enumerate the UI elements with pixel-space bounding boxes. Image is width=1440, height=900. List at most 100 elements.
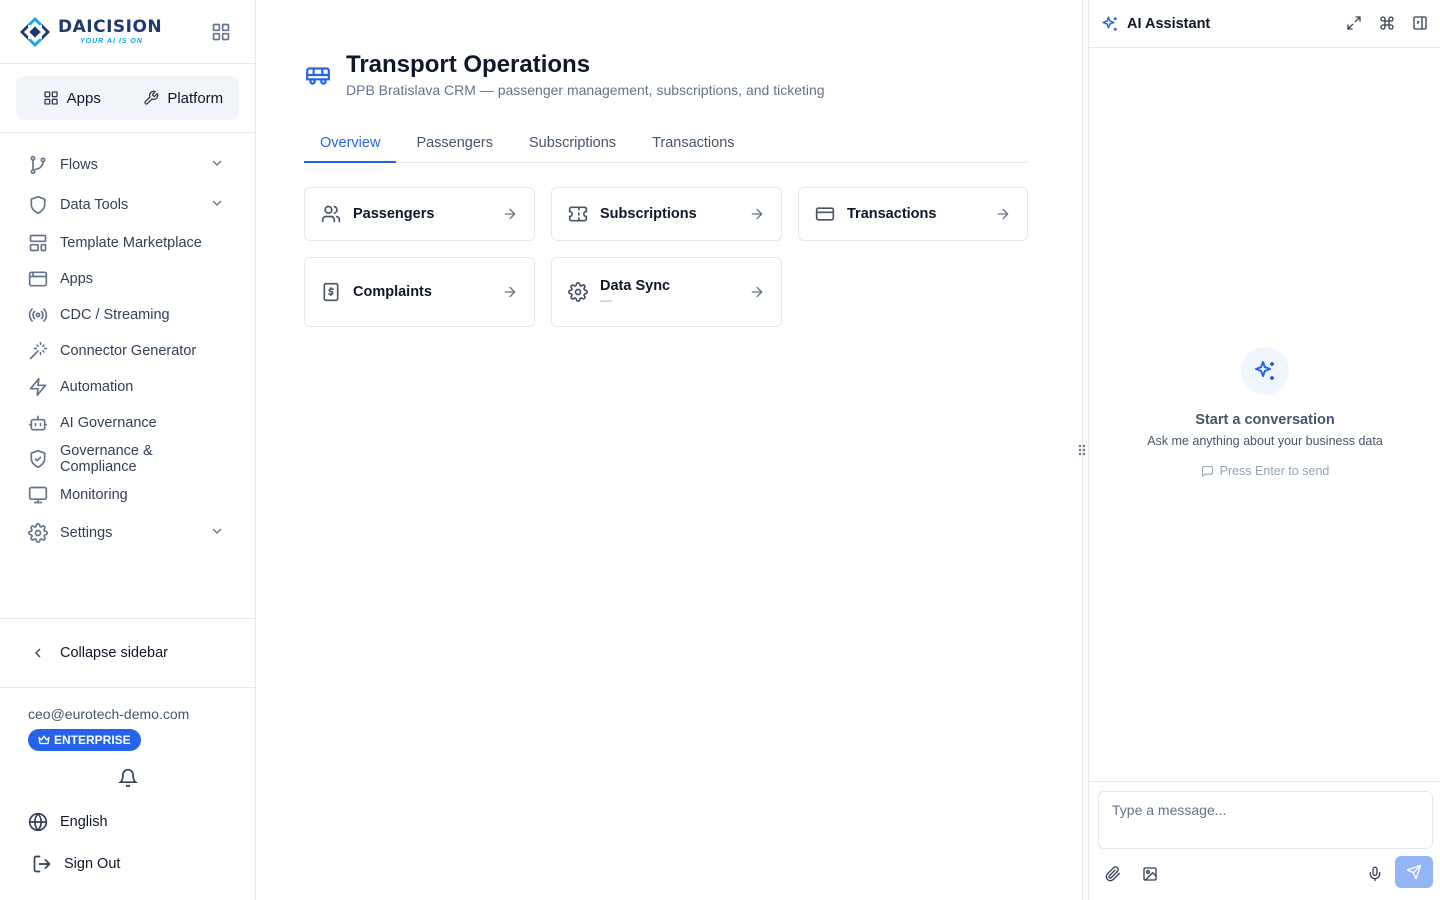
tab-passengers[interactable]: Passengers (400, 124, 509, 163)
sidebar-item-label: Data Tools (60, 197, 129, 213)
globe-icon (28, 812, 60, 832)
workspace-switcher: Apps Platform (0, 64, 255, 133)
send-icon (1406, 864, 1422, 880)
apps-switch-label: Apps (66, 89, 101, 107)
sparkles-icon (1101, 15, 1119, 33)
paperclip-icon[interactable] (1105, 866, 1121, 882)
arrow-right-icon (995, 206, 1011, 222)
users-icon (321, 204, 341, 224)
platform-switch-button[interactable]: Platform (128, 76, 240, 120)
plan-badge-label: ENTERPRISE (54, 733, 131, 747)
page-title: Transport Operations (346, 51, 591, 78)
sidebar-item-ai-governance[interactable]: AI Governance (0, 405, 255, 441)
subscriptions-card[interactable]: Subscriptions (551, 187, 782, 241)
language-label: English (60, 814, 108, 830)
chevron-left-icon (30, 645, 60, 661)
receipt-icon (321, 282, 341, 302)
grip-vertical-icon[interactable] (1076, 443, 1088, 457)
radio-broadcast-icon (28, 305, 48, 325)
sidebar-item-template-marketplace[interactable]: Template Marketplace (0, 225, 255, 261)
chevron-down-icon (209, 195, 225, 211)
tab-subscriptions[interactable]: Subscriptions (513, 124, 632, 163)
transactions-card[interactable]: Transactions (798, 187, 1028, 241)
wrench-icon (143, 90, 159, 106)
lightning-icon (28, 377, 48, 397)
sign-out-label: Sign Out (64, 856, 121, 872)
credit-card-icon (815, 204, 835, 224)
sidebar-item-cdc-streaming[interactable]: CDC / Streaming (0, 297, 255, 333)
platform-switch-label: Platform (167, 89, 224, 107)
sidebar-item-label: Settings (60, 525, 113, 541)
page-header: Transport Operations DPB Bratislava CRM … (304, 50, 825, 98)
assistant-title: AI Assistant (1127, 15, 1211, 32)
image-icon[interactable] (1142, 866, 1158, 882)
card-label: Complaints (353, 284, 432, 300)
plan-badge: ENTERPRISE (28, 729, 141, 751)
brand-name: DAICISION (58, 16, 163, 37)
sidebar-item-monitoring[interactable]: Monitoring (0, 477, 255, 513)
crown-icon (38, 734, 50, 746)
send-hint-label: Press Enter to send (1219, 464, 1330, 478)
empty-state-subtitle: Ask me anything about your business data (1147, 434, 1383, 448)
passengers-card[interactable]: Passengers (304, 187, 535, 241)
magic-wand-icon (28, 341, 48, 361)
sidebar-item-data-tools[interactable]: Data Tools (0, 185, 255, 225)
sidebar-item-label: CDC / Streaming (60, 307, 170, 323)
ai-assistant-panel: AI Assistant Start a conversation Ask me… (1088, 0, 1440, 900)
tab-bar: Overview Passengers Subscriptions Transa… (304, 124, 1028, 163)
arrow-right-icon (749, 206, 765, 222)
git-branch-icon (28, 155, 48, 175)
app-grid-icon[interactable] (211, 22, 231, 42)
message-input[interactable] (1098, 791, 1433, 849)
complaints-card[interactable]: Complaints (304, 257, 535, 327)
sidebar-item-label: Connector Generator (60, 343, 197, 359)
command-icon[interactable] (1379, 15, 1395, 31)
sign-out-button[interactable]: Sign Out (32, 854, 120, 874)
sparkles-icon (1241, 347, 1289, 395)
brand-logo-icon (18, 15, 52, 49)
sidebar-item-connector-generator[interactable]: Connector Generator (0, 333, 255, 369)
user-block: ceo@eurotech-demo.com ENTERPRISE (28, 706, 189, 751)
sidebar-item-label: Apps (60, 271, 94, 287)
sidebar-item-label: Automation (60, 379, 134, 395)
sidebar: DAICISION YOUR AI IS ON Apps Platform Fl… (0, 0, 256, 900)
bell-icon[interactable] (118, 768, 138, 788)
panel-toggle-icon[interactable] (1412, 15, 1428, 31)
language-selector[interactable]: English (28, 812, 108, 832)
page-subtitle: DPB Bratislava CRM — passenger managemen… (346, 82, 825, 98)
tab-transactions[interactable]: Transactions (636, 124, 750, 163)
sidebar-item-automation[interactable]: Automation (0, 369, 255, 405)
sidebar-item-label: Monitoring (60, 487, 128, 503)
sidebar-item-settings[interactable]: Settings (0, 513, 255, 553)
bot-icon (28, 413, 48, 433)
card-label: Subscriptions (600, 206, 697, 222)
data-sync-card[interactable]: Data Sync — (551, 257, 782, 327)
assistant-header: AI Assistant (1089, 0, 1440, 48)
send-hint: Press Enter to send (1089, 464, 1440, 478)
card-label: Data Sync (600, 278, 671, 294)
sidebar-item-label: AI Governance (60, 415, 157, 431)
collapse-sidebar-label: Collapse sidebar (60, 645, 169, 661)
gear-icon (28, 523, 48, 543)
maximize-icon[interactable] (1346, 15, 1362, 31)
apps-switch-button[interactable]: Apps (16, 76, 128, 120)
sidebar-item-apps[interactable]: Apps (0, 261, 255, 297)
sidebar-item-governance-compliance[interactable]: Governance & Compliance (0, 441, 255, 477)
send-button[interactable] (1395, 856, 1433, 888)
tab-overview[interactable]: Overview (304, 124, 397, 163)
card-label: Passengers (353, 206, 435, 222)
grid-icon (43, 90, 59, 106)
microphone-icon[interactable] (1367, 866, 1383, 882)
sidebar-item-flows[interactable]: Flows (0, 145, 255, 185)
ticket-icon (568, 204, 588, 224)
message-composer (1089, 781, 1440, 900)
app-window-icon (28, 269, 48, 289)
empty-state-title: Start a conversation (1195, 412, 1335, 428)
layout-template-icon (28, 233, 48, 253)
collapse-sidebar-button[interactable]: Collapse sidebar (0, 618, 255, 688)
monitor-icon (28, 485, 48, 505)
chevron-down-icon (209, 155, 225, 171)
message-icon (1201, 465, 1214, 478)
logo-row: DAICISION YOUR AI IS ON (0, 0, 255, 64)
shield-check-icon (28, 449, 48, 469)
